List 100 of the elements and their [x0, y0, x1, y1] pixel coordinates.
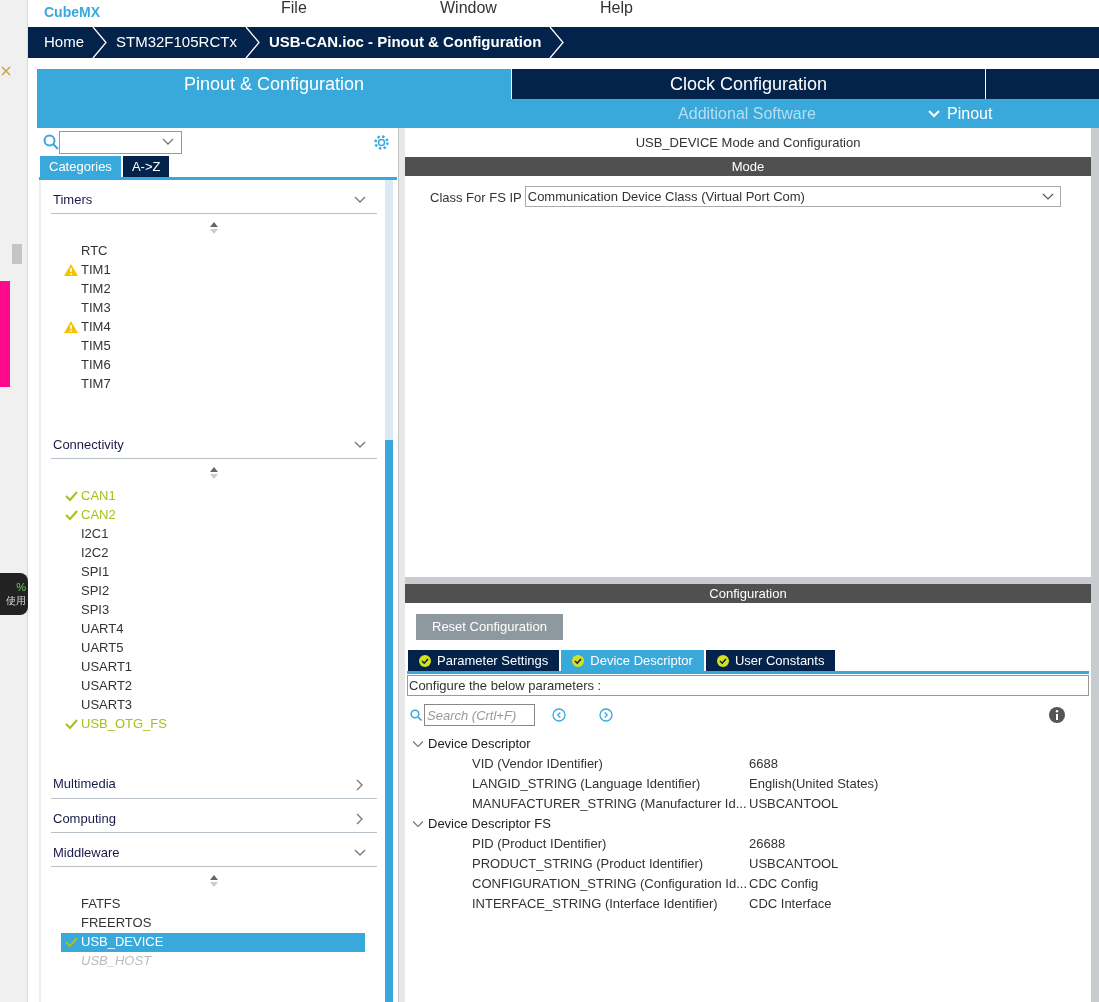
next-icon	[599, 708, 613, 722]
peripheral-label: SPI1	[81, 563, 110, 582]
class-label: Class For FS IP	[430, 189, 522, 207]
category-label: Connectivity	[53, 435, 124, 454]
peripheral-item[interactable]: TIM3	[61, 298, 365, 318]
peripheral-label: TIM4	[81, 318, 111, 337]
peripheral-item[interactable]: TIM2	[61, 279, 365, 299]
peripheral-label: TIM6	[81, 356, 111, 375]
peripheral-item[interactable]: I2C1	[61, 524, 365, 544]
sort-icon	[210, 875, 218, 888]
previous-icon	[552, 708, 566, 722]
category-label: Multimedia	[53, 775, 116, 794]
parameter-value[interactable]: USBCANTOOL	[749, 794, 839, 814]
peripheral-label: USB_OTG_FS	[81, 715, 167, 734]
peripheral-label: USART2	[81, 677, 133, 696]
peripheral-item[interactable]: TIM6	[61, 355, 365, 375]
parameter-value[interactable]: CDC Interface	[749, 894, 832, 914]
peripheral-label: FATFS	[81, 895, 121, 914]
app-logo: CubeMX	[44, 5, 100, 19]
peripheral-label: USB_DEVICE	[81, 933, 164, 952]
peripheral-item[interactable]: FATFS	[61, 894, 365, 914]
parameter-value[interactable]: 26688	[749, 834, 786, 854]
peripheral-label: USART1	[81, 658, 133, 677]
category-label: Middleware	[53, 843, 120, 862]
breadcrumb-link[interactable]: Home	[43, 31, 85, 54]
category-header[interactable]: Computing	[51, 800, 377, 834]
parameter-value[interactable]: English(United States)	[749, 774, 879, 794]
parameter-value[interactable]: CDC Config	[749, 874, 819, 894]
peripheral-item[interactable]: SPI3	[61, 600, 365, 620]
category-header[interactable]: Connectivity	[51, 426, 377, 460]
peripheral-label: FREERTOS	[81, 914, 152, 933]
peripheral-item[interactable]: TIM4	[61, 317, 365, 337]
peripheral-label: TIM5	[81, 337, 111, 356]
mode-header: Mode	[405, 157, 1091, 176]
peripheral-label: CAN2	[81, 506, 116, 525]
view-tab[interactable]: A->Z	[122, 156, 170, 177]
config-tab[interactable]: User Constants	[705, 650, 836, 671]
panel-title: USB_DEVICE Mode and Configuration	[634, 133, 862, 152]
peripheral-item[interactable]: RTC	[61, 241, 365, 261]
peripheral-item[interactable]: UART5	[61, 638, 365, 658]
breadcrumb-link[interactable]: STM32F105RCTx	[115, 31, 238, 54]
peripheral-item[interactable]: SPI1	[61, 562, 365, 582]
scrollbar-thumb[interactable]	[12, 244, 22, 264]
breadcrumb-separator-icon	[90, 27, 110, 58]
peripheral-item[interactable]: FREERTOS	[61, 913, 365, 933]
peripheral-item[interactable]: TIM1	[61, 260, 365, 280]
parameter-name: CONFIGURATION_STRING (Configuration Id...	[472, 875, 748, 894]
peripheral-item[interactable]: TIM7	[61, 374, 365, 394]
breadcrumb-link[interactable]: USB-CAN.ioc - Pinout & Configuration	[267, 31, 543, 54]
chevron-down-icon	[412, 818, 424, 830]
chevron-down-icon	[412, 738, 424, 750]
info-icon	[1049, 707, 1065, 723]
check-circle-icon	[716, 654, 729, 667]
category-header[interactable]: Middleware	[51, 835, 377, 868]
peripheral-label: SPI2	[81, 582, 110, 601]
menu-item[interactable]: Window	[440, 0, 497, 16]
sort-icon	[210, 221, 218, 234]
parameter-name: VID (Vendor IDentifier)	[472, 755, 604, 774]
peripheral-label: UART5	[81, 639, 124, 658]
search-icon	[43, 134, 59, 150]
parameter-name: LANGID_STRING (Language Identifier)	[472, 775, 702, 794]
parameter-name: INTERFACE_STRING (Interface Identifier)	[472, 895, 719, 914]
scrollbar-thumb[interactable]	[385, 440, 393, 1002]
peripheral-item[interactable]: TIM5	[61, 336, 365, 356]
check-icon	[64, 717, 78, 730]
sort-icon	[210, 466, 218, 479]
parameter-value[interactable]: USBCANTOOL	[749, 854, 839, 874]
tree-group[interactable]: Device Descriptor	[405, 734, 1091, 754]
peripheral-label: I2C2	[81, 544, 109, 563]
parameter-value[interactable]: 6688	[749, 754, 778, 774]
check-circle-icon	[419, 654, 431, 667]
peripheral-label: TIM7	[81, 375, 111, 394]
usage-text: 使用	[6, 594, 26, 607]
menu-item[interactable]: Help	[600, 0, 633, 16]
menu-item[interactable]: File	[281, 0, 307, 16]
peripheral-item[interactable]: SPI2	[61, 581, 365, 601]
peripheral-item[interactable]: USART1	[61, 657, 365, 677]
check-circle-icon	[572, 654, 585, 667]
class-select[interactable]: Communication Device Class (Virtual Port Com)	[524, 186, 1061, 207]
search-icon	[410, 709, 422, 721]
search-combo-box[interactable]	[59, 130, 182, 154]
peripheral-label: TIM1	[81, 261, 111, 280]
warning-icon	[64, 264, 78, 277]
peripheral-label: USB_HOST	[81, 952, 152, 971]
category-header[interactable]: Timers	[51, 182, 377, 215]
check-icon	[64, 508, 78, 521]
category-header[interactable]: Multimedia	[51, 766, 377, 799]
peripheral-item[interactable]: I2C2	[61, 543, 365, 563]
settings-icon	[373, 133, 390, 151]
parameter-search-field[interactable]: Search (Crtl+F)	[424, 704, 535, 726]
peripheral-item[interactable]: USART2	[61, 676, 365, 696]
tree-group[interactable]: Device Descriptor FS	[405, 814, 1091, 834]
configuration-header: Configuration	[405, 584, 1091, 603]
percent-text: %	[16, 581, 26, 594]
peripheral-item[interactable]: UART4	[61, 619, 365, 639]
peripheral-label: CAN1	[81, 487, 116, 506]
peripheral-item[interactable]: USART3	[61, 695, 365, 715]
config-tab[interactable]: Parameter Settings	[408, 650, 560, 671]
peripheral-label: UART4	[81, 620, 124, 639]
category-label: Timers	[53, 190, 93, 209]
